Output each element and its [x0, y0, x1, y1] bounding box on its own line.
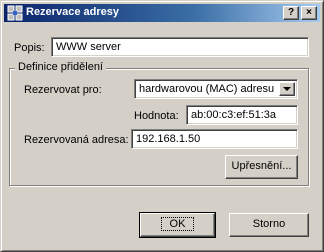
group-title: Definice přidělení — [15, 61, 106, 73]
value-input[interactable]: ab:00:c3:ef:51:3a — [186, 105, 298, 125]
title-bar[interactable]: Rezervace adresy ? × — [4, 4, 320, 22]
reserved-address-label: Rezervovaná adresa: — [24, 134, 129, 146]
app-icon — [7, 5, 23, 21]
dialog-window: Rezervace adresy ? × Popis: WWW server D… — [0, 0, 324, 252]
window-title: Rezervace adresy — [26, 6, 119, 18]
name-input[interactable]: WWW server — [51, 37, 309, 57]
dropdown-arrow-button[interactable] — [279, 82, 295, 96]
value-label: Hodnota: — [134, 110, 179, 122]
name-label: Popis: — [14, 42, 45, 54]
chevron-down-icon — [283, 87, 291, 91]
reserved-address-input[interactable]: 192.168.1.50 — [131, 129, 298, 149]
reserve-for-value: hardwarovou (MAC) adresu — [139, 83, 275, 95]
details-button[interactable]: Upřesnění... — [225, 155, 298, 179]
help-button[interactable]: ? — [283, 6, 299, 20]
close-button[interactable]: × — [301, 6, 317, 20]
cancel-button[interactable]: Storno — [229, 213, 309, 237]
reserve-for-label: Rezervovat pro: — [24, 84, 102, 96]
reserve-for-select[interactable]: hardwarovou (MAC) adresu — [134, 79, 298, 99]
ok-button-label: OK — [160, 217, 195, 231]
ok-button[interactable]: OK — [139, 212, 216, 238]
